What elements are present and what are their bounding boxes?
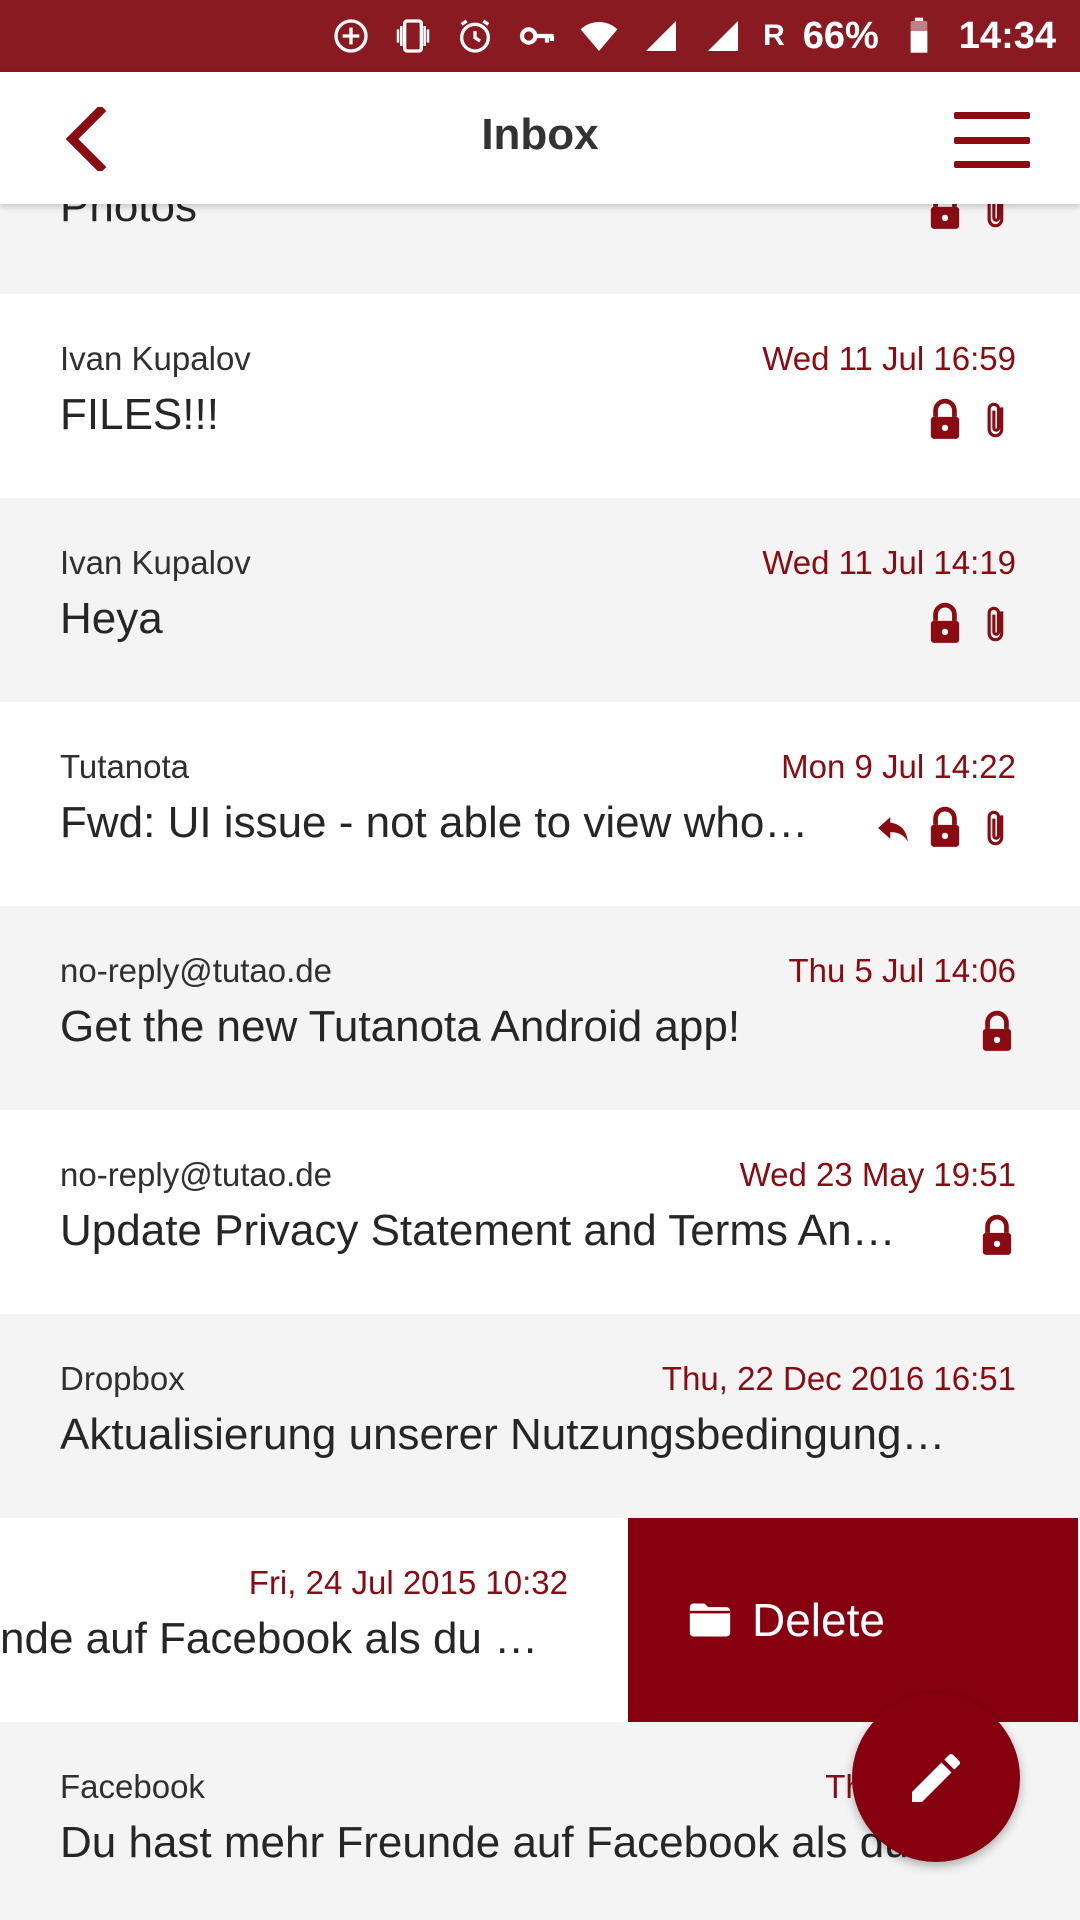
lock-icon (978, 1214, 1016, 1258)
attachment-icon (978, 806, 1016, 850)
folder-icon (689, 1603, 731, 1637)
vibrate-icon (391, 14, 435, 58)
wifi-icon (577, 14, 621, 58)
mail-icons (978, 1010, 1016, 1054)
mail-date: Thu, 22 Dec 2016 16:51 (661, 1360, 1016, 1397)
mail-row[interactable]: Dropbox Thu, 22 Dec 2016 16:51 Aktualisi… (0, 1314, 1080, 1518)
status-bar: R 66% 14:34 (0, 0, 1080, 72)
app-header: Inbox (0, 72, 1080, 204)
mail-sender: Dropbox (60, 1360, 185, 1397)
alarm-icon (453, 14, 497, 58)
compose-button[interactable] (852, 1694, 1020, 1862)
mail-sender: Ivan Kupalov (60, 340, 251, 377)
mail-row[interactable]: Tutanota Mon 9 Jul 14:22 Fwd: UI issue -… (0, 702, 1080, 906)
lock-icon (926, 398, 964, 442)
mail-row[interactable]: Ivan Kupalov Wed 11 Jul 14:19 Heya (0, 498, 1080, 702)
lock-icon (926, 806, 964, 850)
mail-icons (874, 806, 1016, 850)
mail-date: Thu 5 Jul 14:06 (788, 952, 1017, 989)
signal-icon (639, 14, 683, 58)
mail-row[interactable]: no-reply@tutao.de Thu 5 Jul 14:06 Get th… (0, 906, 1080, 1110)
add-circle-icon (329, 14, 373, 58)
mail-icons (926, 602, 1016, 646)
mail-icons (978, 1214, 1016, 1258)
lock-icon (926, 602, 964, 646)
pencil-icon (912, 1753, 961, 1802)
mail-date: Mon 9 Jul 14:22 (781, 748, 1016, 785)
delete-button[interactable]: Delete (628, 1518, 1078, 1722)
mail-row[interactable]: Ivan Kupalov Wed 11 Jul 16:59 FILES!!! (0, 294, 1080, 498)
mail-subject: FILES!!! (60, 390, 219, 439)
mail-subject: Update Privacy Statement and Terms An… (60, 1206, 896, 1255)
battery-percent: 66% (802, 15, 879, 57)
clock: 14:34 (958, 15, 1056, 57)
page-title: Inbox (481, 110, 599, 159)
mail-subject: Fwd: UI issue - not able to view who… (60, 798, 809, 847)
lock-icon (978, 1010, 1016, 1054)
mail-date: Wed 11 Jul 14:19 (762, 544, 1016, 581)
mail-date: Fri, 24 Jul 2015 10:32 (248, 1564, 568, 1601)
screen: R 66% 14:34 Inbox Photos Ivan Kupalov We… (0, 0, 1080, 1920)
hamburger-menu-icon (954, 112, 1030, 119)
reply-icon (874, 806, 912, 850)
signal-icon (701, 14, 745, 58)
mail-sender: no-reply@tutao.de (60, 952, 332, 989)
roaming-indicator: R (763, 19, 785, 52)
mail-subject: Aktualisierung unserer Nutzungsbedingung… (60, 1410, 946, 1459)
vpn-key-icon (515, 14, 559, 58)
mail-sender: Facebook (60, 1768, 205, 1805)
mail-subject: nde auf Facebook als du … (0, 1614, 539, 1663)
attachment-icon (978, 602, 1016, 646)
battery-icon (897, 14, 941, 58)
menu-button[interactable] (954, 112, 1030, 168)
mail-date: Wed 11 Jul 16:59 (762, 340, 1016, 377)
mail-icons (926, 398, 1016, 442)
attachment-icon (978, 398, 1016, 442)
mail-sender: Tutanota (60, 748, 190, 785)
mail-sender: Ivan Kupalov (60, 544, 251, 581)
mail-row-swiped[interactable]: Fri, 24 Jul 2015 10:32 nde auf Facebook … (0, 1518, 1080, 1722)
mail-sender: no-reply@tutao.de (60, 1156, 332, 1193)
mail-date: Wed 23 May 19:51 (739, 1156, 1016, 1193)
delete-label: Delete (752, 1594, 885, 1646)
mail-subject: Heya (60, 594, 163, 643)
swiped-mail-content[interactable]: Fri, 24 Jul 2015 10:32 nde auf Facebook … (0, 1518, 628, 1722)
mail-subject: Get the new Tutanota Android app! (60, 1002, 741, 1051)
mail-row[interactable]: no-reply@tutao.de Wed 23 May 19:51 Updat… (0, 1110, 1080, 1314)
